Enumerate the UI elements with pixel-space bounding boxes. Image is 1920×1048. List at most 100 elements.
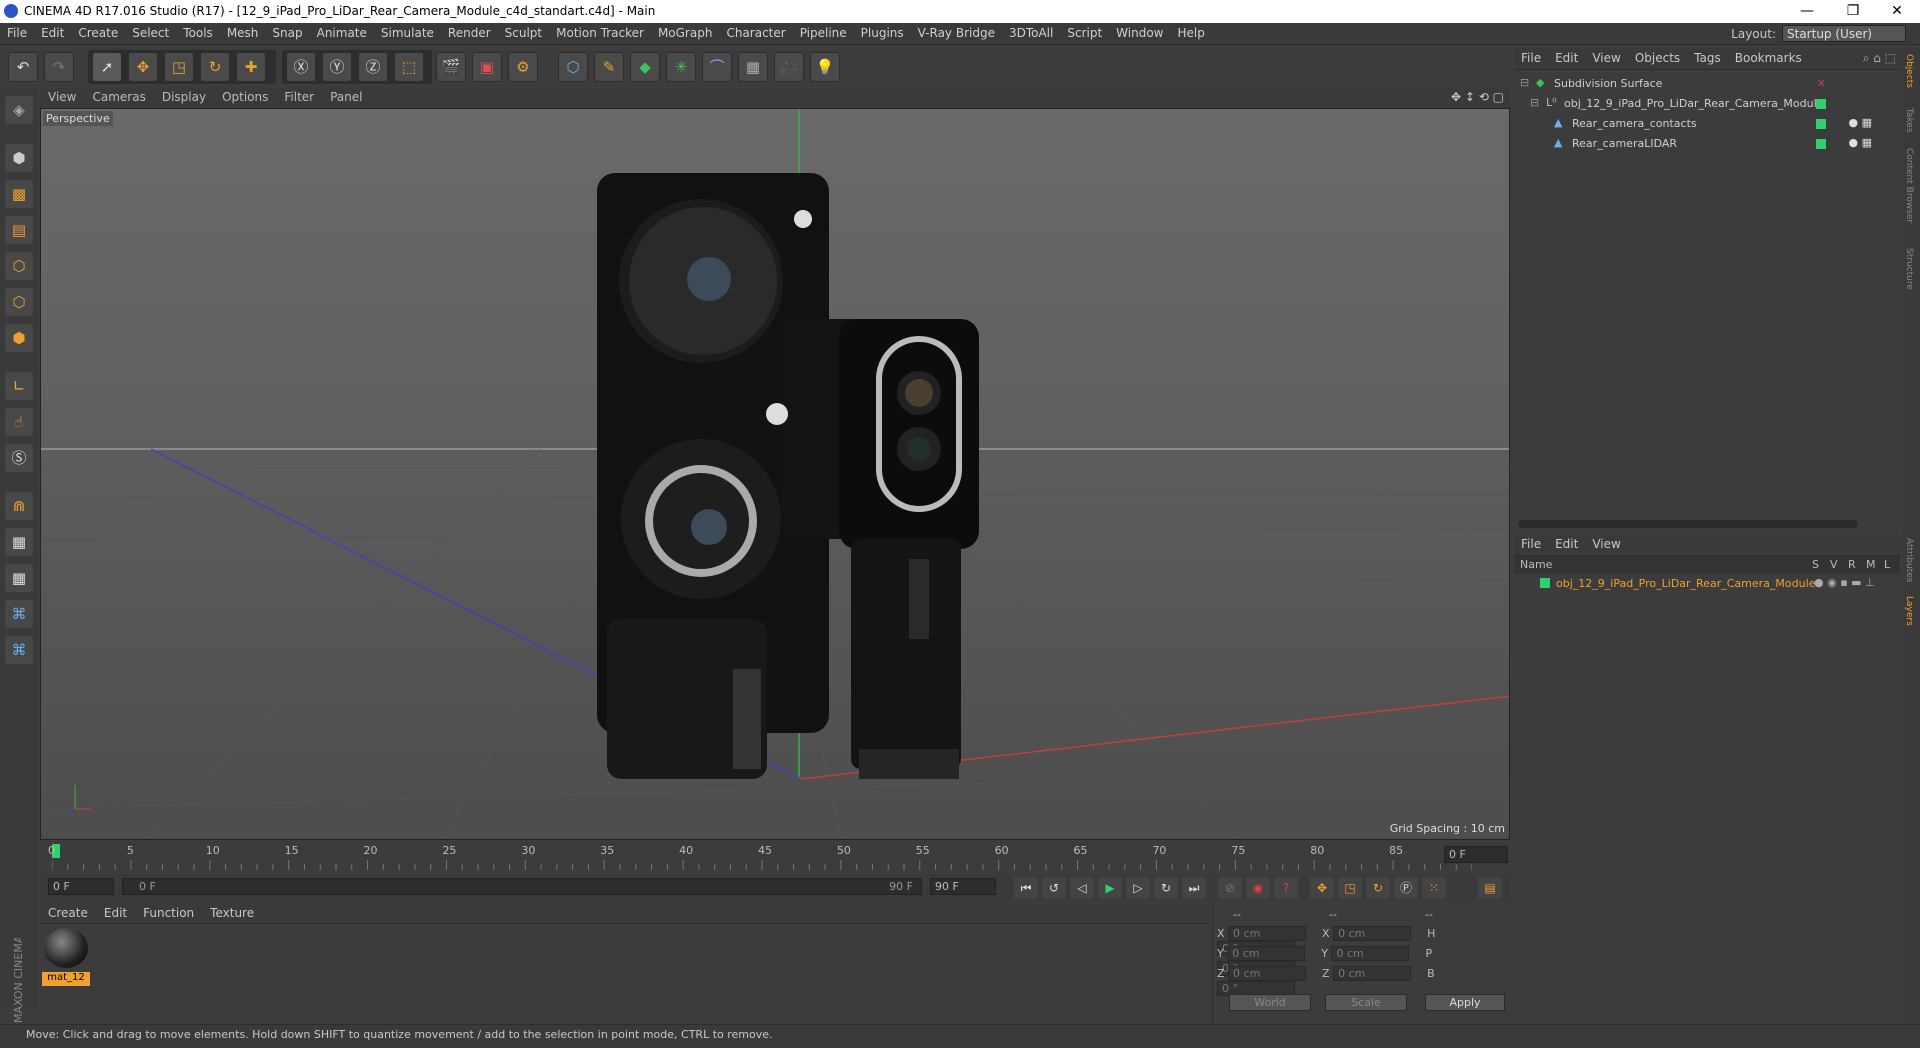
prev-frame-icon[interactable]: ◁ bbox=[1070, 877, 1094, 899]
polygons-mode-icon[interactable]: ⬢ bbox=[5, 324, 33, 352]
start-frame-field[interactable]: 0 F bbox=[48, 878, 114, 895]
apply-button[interactable]: Apply bbox=[1425, 994, 1505, 1011]
object-row-subdivision[interactable]: ⊟ ◆ Subdivision Surface ✕ bbox=[1514, 74, 1900, 94]
menu-motion-tracker[interactable]: Motion Tracker bbox=[549, 23, 651, 43]
viewport-nav-icons[interactable]: ✥ ↕ ⟲ ▢ bbox=[1451, 90, 1504, 104]
position-y-field[interactable]: 0 cm bbox=[1227, 946, 1306, 961]
keyframe-selection-icon[interactable]: ? bbox=[1274, 877, 1298, 899]
menu-select[interactable]: Select bbox=[125, 23, 176, 43]
layers-menu-file[interactable]: File bbox=[1514, 534, 1548, 554]
live-selection-icon[interactable]: ✚ bbox=[236, 52, 266, 82]
disabled-icon[interactable]: ✕ bbox=[1817, 77, 1826, 90]
layout-selector[interactable]: Layout: Startup (User) bbox=[1731, 25, 1906, 42]
model-mode-icon[interactable]: ⬢ bbox=[5, 144, 33, 172]
menu-render[interactable]: Render bbox=[441, 23, 498, 43]
objects-menu-view[interactable]: View bbox=[1585, 48, 1627, 68]
material-menu-texture[interactable]: Texture bbox=[202, 904, 262, 922]
viewport-menu-view[interactable]: View bbox=[40, 88, 84, 106]
tab-attributes[interactable]: Attributes bbox=[1904, 538, 1914, 582]
pen-spline-icon[interactable]: ✎ bbox=[594, 52, 624, 82]
size-z-field[interactable]: 0 cm bbox=[1333, 966, 1412, 981]
play-icon[interactable]: ▶ bbox=[1098, 877, 1122, 899]
redo-icon[interactable]: ↷ bbox=[44, 52, 74, 82]
goto-end-icon[interactable]: ⏭ bbox=[1182, 877, 1206, 899]
object-row-contacts[interactable]: ▲ Rear_camera_contacts ● ▦ bbox=[1514, 114, 1900, 134]
workplane-mode-icon[interactable]: ▤ bbox=[5, 216, 33, 244]
viewport-menu-options[interactable]: Options bbox=[214, 88, 276, 106]
array-cloner-icon[interactable]: ✳ bbox=[666, 52, 696, 82]
menu-tools[interactable]: Tools bbox=[176, 23, 220, 43]
tab-structure[interactable]: Structure bbox=[1904, 248, 1914, 290]
current-frame-field[interactable]: 0 F bbox=[1444, 846, 1508, 863]
timeline-window-icon[interactable]: ▤ bbox=[1478, 877, 1502, 899]
python-generator-icon[interactable]: ⌘ bbox=[5, 636, 33, 664]
key-pla-icon[interactable]: ⁙ bbox=[1422, 877, 1446, 899]
layout-dropdown[interactable]: Startup (User) bbox=[1782, 25, 1906, 42]
workplane-lock-icon[interactable]: ▦ bbox=[5, 528, 33, 556]
viewport-menu-cameras[interactable]: Cameras bbox=[84, 88, 153, 106]
layer-color-swatch[interactable] bbox=[1816, 99, 1826, 109]
snap-icon[interactable]: ⋒ bbox=[5, 492, 33, 520]
deformer-bend-icon[interactable]: ⌒ bbox=[702, 52, 732, 82]
menu-sculpt[interactable]: Sculpt bbox=[498, 23, 549, 43]
object-search-icon[interactable]: ⌕ ⌂ ⬚ bbox=[1863, 51, 1896, 66]
render-picture-viewer-icon[interactable]: ▣ bbox=[472, 52, 502, 82]
layers-menu-edit[interactable]: Edit bbox=[1548, 534, 1585, 554]
object-row-lidar[interactable]: ▲ Rear_cameraLIDAR ● ▦ bbox=[1514, 134, 1900, 154]
size-x-field[interactable]: 0 cm bbox=[1333, 926, 1412, 941]
light-icon[interactable]: 💡 bbox=[810, 52, 840, 82]
objects-menu-edit[interactable]: Edit bbox=[1548, 48, 1585, 68]
close-button[interactable]: ✕ bbox=[1874, 0, 1920, 23]
menu-plugins[interactable]: Plugins bbox=[854, 23, 911, 43]
position-z-field[interactable]: 0 cm bbox=[1228, 966, 1307, 981]
viewport-menu-panel[interactable]: Panel bbox=[322, 88, 370, 106]
move-tool-icon[interactable]: ✥ bbox=[128, 52, 158, 82]
points-mode-icon[interactable]: ⬡ bbox=[5, 252, 33, 280]
tab-layers[interactable]: Layers bbox=[1904, 596, 1914, 626]
material-tag-icon[interactable]: ● ▦ bbox=[1849, 116, 1873, 129]
coordinate-system-icon[interactable]: ⬚ bbox=[394, 52, 424, 82]
render-view-icon[interactable]: 🎬 bbox=[436, 52, 466, 82]
tab-objects[interactable]: Objects bbox=[1904, 54, 1914, 88]
coordinate-mode-dropdown[interactable]: World bbox=[1229, 994, 1311, 1011]
menu-vray-bridge[interactable]: V-Ray Bridge bbox=[911, 23, 1002, 43]
make-editable-icon[interactable]: ◈ bbox=[5, 96, 33, 124]
edges-mode-icon[interactable]: ⬡ bbox=[5, 288, 33, 316]
prev-key-icon[interactable]: ↺ bbox=[1042, 877, 1066, 899]
x-axis-lock-icon[interactable]: Ⓧ bbox=[286, 52, 316, 82]
menu-mograph[interactable]: MoGraph bbox=[651, 23, 720, 43]
layer-flags-icon[interactable]: ● ◉ ▪ ▬ ⊥ bbox=[1814, 576, 1875, 589]
size-y-field[interactable]: 0 cm bbox=[1331, 946, 1410, 961]
cube-object-icon[interactable]: ⬡ bbox=[558, 52, 588, 82]
tab-content-browser[interactable]: Content Browser bbox=[1904, 148, 1914, 223]
key-scale-icon[interactable]: ◳ bbox=[1338, 877, 1362, 899]
python-icon[interactable]: ⌘ bbox=[5, 600, 33, 628]
menu-window[interactable]: Window bbox=[1109, 23, 1170, 43]
layer-row[interactable]: obj_12_9_iPad_Pro_LiDar_Rear_Camera_Modu… bbox=[1514, 574, 1900, 594]
floor-icon[interactable]: ▦ bbox=[738, 52, 768, 82]
rotate-tool-icon[interactable]: ↻ bbox=[200, 52, 230, 82]
menu-file[interactable]: File bbox=[0, 23, 34, 43]
menu-script[interactable]: Script bbox=[1060, 23, 1109, 43]
locked-workplane-icon[interactable]: ▦ bbox=[5, 564, 33, 592]
key-position-icon[interactable]: ✥ bbox=[1310, 877, 1334, 899]
preview-range-slider[interactable]: 0 F 90 F bbox=[122, 878, 922, 895]
menu-simulate[interactable]: Simulate bbox=[374, 23, 441, 43]
menu-animate[interactable]: Animate bbox=[310, 23, 374, 43]
objects-menu-tags[interactable]: Tags bbox=[1687, 48, 1728, 68]
objects-menu-objects[interactable]: Objects bbox=[1628, 48, 1687, 68]
subdivision-surface-icon[interactable]: ◆ bbox=[630, 52, 660, 82]
maximize-button[interactable]: ❐ bbox=[1830, 0, 1876, 23]
material-menu-create[interactable]: Create bbox=[40, 904, 96, 922]
menu-help[interactable]: Help bbox=[1170, 23, 1211, 43]
menu-create[interactable]: Create bbox=[71, 23, 125, 43]
object-row-module[interactable]: ⊟ L⁰ obj_12_9_iPad_Pro_LiDar_Rear_Camera… bbox=[1514, 94, 1900, 114]
record-keys-icon[interactable]: ⊘ bbox=[1218, 877, 1242, 899]
material-tag-icon[interactable]: ● ▦ bbox=[1849, 136, 1873, 149]
layer-color-swatch[interactable] bbox=[1540, 578, 1550, 588]
end-frame-field[interactable]: 90 F bbox=[930, 878, 996, 895]
timeline-ruler[interactable]: 051015202530354045505560657075808590 0 F bbox=[40, 842, 1510, 874]
solo-mode-icon[interactable]: Ⓢ bbox=[5, 444, 33, 472]
menu-snap[interactable]: Snap bbox=[265, 23, 309, 43]
next-frame-icon[interactable]: ▷ bbox=[1126, 877, 1150, 899]
